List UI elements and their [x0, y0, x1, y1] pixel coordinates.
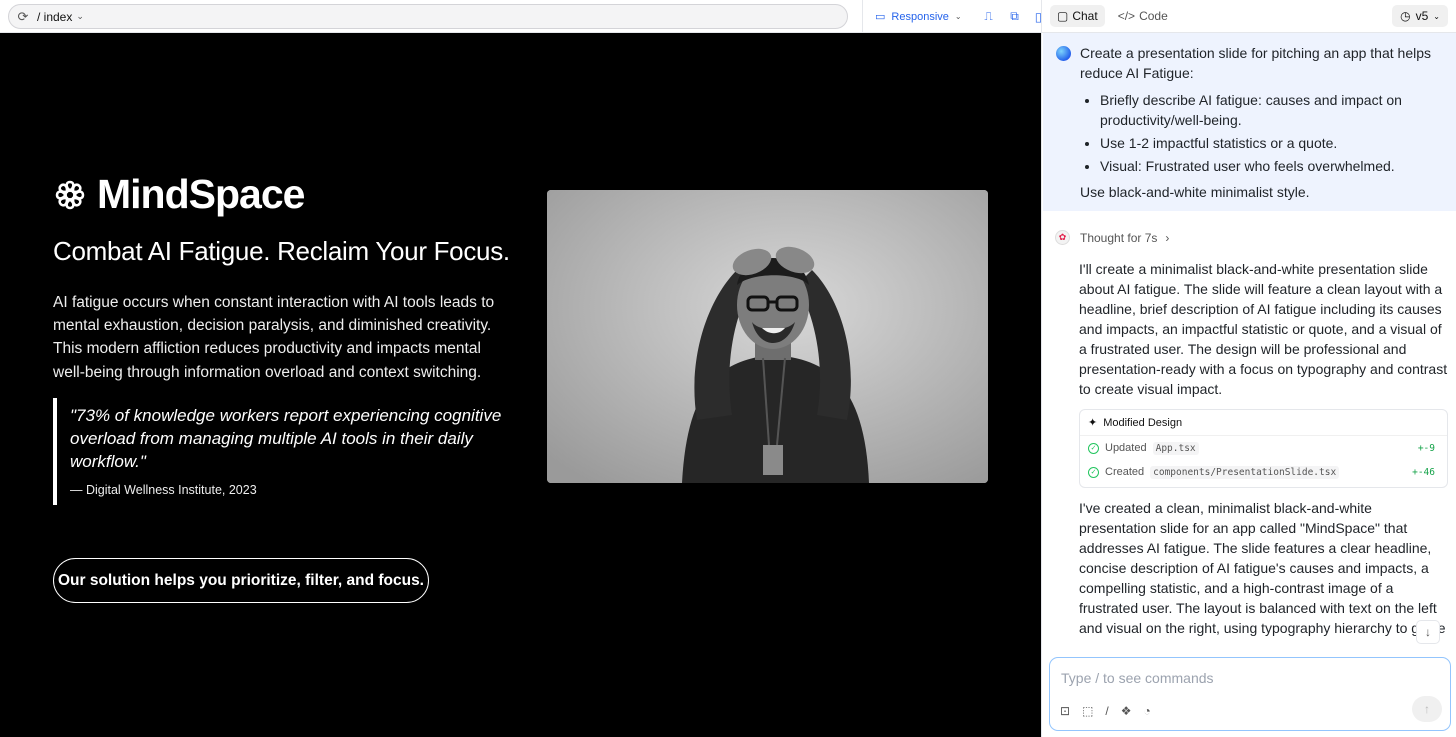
chat-input-box: ⊡ ⬚ / ❖ ◔ ↑ — [1049, 657, 1451, 731]
assistant-avatar: ✿ — [1055, 230, 1070, 245]
quote-text: "73% of knowledge workers report experie… — [70, 406, 502, 472]
component-icon[interactable]: ❖ — [1121, 704, 1132, 718]
chevron-right-icon: › — [1165, 230, 1170, 245]
list-item: Briefly describe AI fatigue: causes and … — [1100, 90, 1447, 130]
url-text: / index — [37, 9, 73, 24]
code-icon: </> — [1117, 9, 1136, 23]
tab-code-label: Code — [1139, 9, 1168, 23]
responsive-label: Responsive — [891, 10, 949, 23]
assistant-reply-1: I'll create a minimalist black-and-white… — [1079, 261, 1448, 397]
tab-chat[interactable]: ▢ Chat — [1050, 5, 1105, 27]
thought-toggle[interactable]: ✿ Thought for 7s › — [1055, 230, 1169, 245]
history-icon: ◷ — [1400, 9, 1411, 23]
brand-name: MindSpace — [97, 171, 305, 217]
slide-headline: Combat AI Fatigue. Reclaim Your Focus. — [53, 236, 510, 266]
brand-logo: MindSpace — [53, 171, 305, 218]
quote-source: — Digital Wellness Institute, 2023 — [70, 482, 257, 497]
version-label: v5 — [1415, 9, 1429, 23]
chat-input[interactable] — [1061, 670, 1421, 686]
responsive-dropdown[interactable]: ▭ Responsive ⌄ — [875, 10, 962, 24]
slash-command-icon[interactable]: / — [1105, 704, 1108, 718]
scroll-down-button[interactable]: ↓ — [1416, 620, 1440, 644]
chat-bubble-icon: ▢ — [1057, 9, 1069, 23]
user-message: Create a presentation slide for pitching… — [1043, 33, 1456, 211]
list-item: Use 1-2 impactful statistics or a quote. — [1100, 133, 1447, 153]
user-message-intro: Create a presentation slide for pitching… — [1080, 45, 1432, 81]
diff-count: +-46 — [1412, 466, 1435, 478]
chevron-down-icon[interactable]: ⌄ — [76, 11, 84, 22]
reload-icon[interactable]: ⟳ — [9, 9, 37, 25]
list-item: Visual: Frustrated user who feels overwh… — [1100, 156, 1447, 176]
user-message-bullets: Briefly describe AI fatigue: causes and … — [1100, 90, 1447, 176]
preview-pane: ⟳ / index ⌄ ▭ Responsive ⌄ ⎍ ⧉ ◫ — [0, 0, 1046, 737]
file-change-row[interactable]: ✓ Created components/PresentationSlide.t… — [1080, 460, 1447, 484]
chevron-down-icon: ⌄ — [954, 12, 962, 21]
select-element-icon[interactable]: ⬚ — [1082, 704, 1093, 718]
input-toolbar: ⊡ ⬚ / ❖ ◔ — [1060, 704, 1151, 718]
file-name: components/PresentationSlide.tsx — [1150, 465, 1340, 479]
slide-quote: "73% of knowledge workers report experie… — [53, 398, 503, 505]
change-action: Created — [1105, 466, 1145, 478]
assistant-reply-2: I've created a clean, minimalist black-a… — [1079, 500, 1446, 636]
check-circle-icon: ✓ — [1088, 442, 1099, 454]
monitor-icon: ▭ — [875, 11, 886, 23]
file-name: App.tsx — [1152, 441, 1199, 455]
card-title: Modified Design — [1103, 416, 1183, 429]
frustrated-person-photo — [547, 190, 988, 483]
sparkle-icon: ✦ — [1088, 417, 1098, 429]
chevron-down-icon: ⌄ — [1433, 11, 1440, 21]
app-root: ⟳ / index ⌄ ▭ Responsive ⌄ ⎍ ⧉ ◫ — [0, 0, 1456, 737]
version-dropdown[interactable]: ◷ v5 ⌄ — [1392, 5, 1448, 27]
user-message-outro: Use black-and-white minimalist style. — [1080, 184, 1310, 200]
send-button[interactable]: ↑ — [1412, 696, 1442, 722]
slide-description: AI fatigue occurs when constant interact… — [53, 294, 495, 381]
presentation-slide: MindSpace Combat AI Fatigue. Reclaim You… — [0, 33, 1041, 737]
tab-code[interactable]: </> Code — [1111, 5, 1175, 27]
user-avatar — [1056, 46, 1071, 61]
inspect-icon[interactable]: ⎍ — [976, 9, 1002, 24]
modified-design-card[interactable]: ✦ Modified Design ✓ Updated App.tsx +-9 … — [1079, 409, 1448, 488]
chat-pane: ▢ Chat </> Code ◷ v5 ⌄ Create a presenta… — [1041, 0, 1456, 737]
change-action: Updated — [1105, 442, 1147, 454]
file-change-row[interactable]: ✓ Updated App.tsx +-9 — [1080, 436, 1447, 460]
timer-icon[interactable]: ◔ — [1144, 704, 1151, 718]
brain-flower-icon — [55, 180, 85, 209]
chat-header: ▢ Chat </> Code ◷ v5 ⌄ — [1042, 0, 1456, 33]
open-external-icon[interactable]: ⧉ — [1002, 9, 1028, 24]
url-bar[interactable]: ⟳ / index ⌄ — [8, 4, 848, 29]
image-upload-icon[interactable]: ⊡ — [1060, 704, 1070, 718]
preview-toolbar: ⟳ / index ⌄ ▭ Responsive ⌄ ⎍ ⧉ ◫ — [0, 0, 1046, 33]
toolbar-actions: ▭ Responsive ⌄ ⎍ ⧉ ◫ — [862, 0, 1054, 33]
check-circle-icon: ✓ — [1088, 466, 1099, 478]
thought-label: Thought for 7s — [1080, 230, 1158, 245]
diff-count: +-9 — [1417, 442, 1435, 454]
tab-chat-label: Chat — [1072, 9, 1098, 23]
cta-pill[interactable]: Our solution helps you prioritize, filte… — [53, 558, 429, 603]
card-header: ✦ Modified Design — [1080, 410, 1447, 436]
